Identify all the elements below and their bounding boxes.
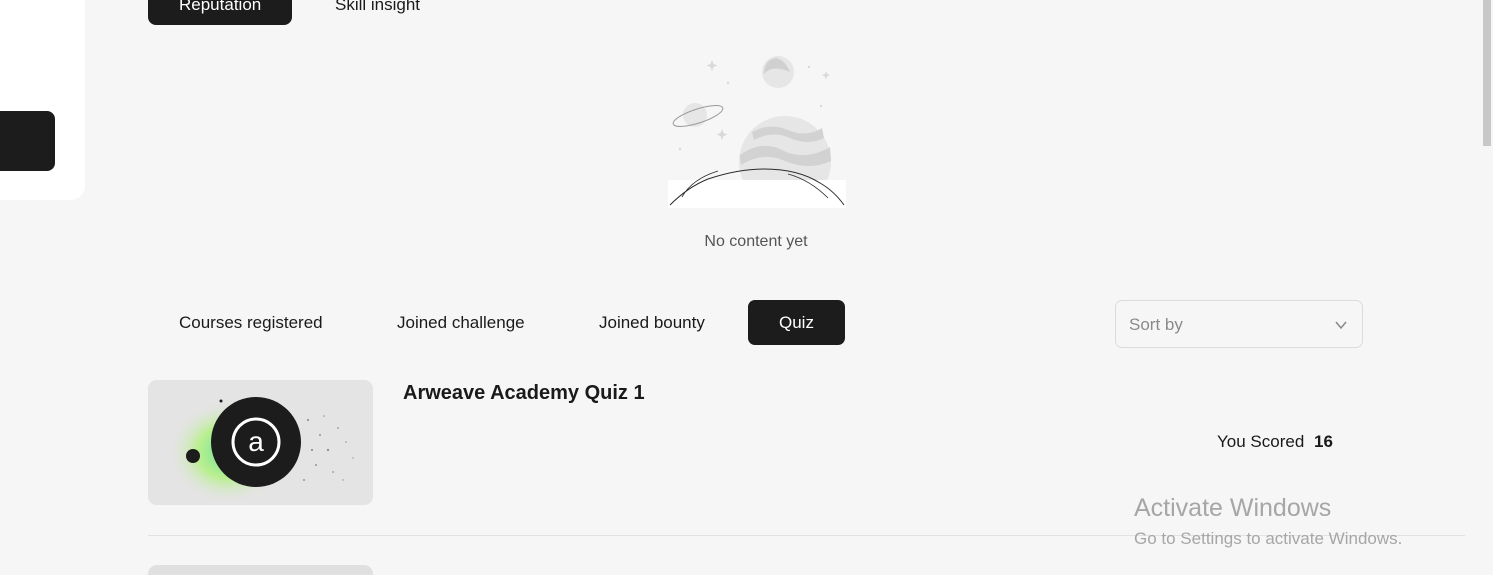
empty-state-text: No content yet [704, 233, 808, 250]
score-value: 16 [1314, 432, 1333, 451]
svg-text:a: a [248, 426, 264, 457]
windows-watermark-subtitle: Go to Settings to activate Windows. [1134, 529, 1403, 548]
chevron-down-icon [1335, 321, 1347, 330]
tab-joined-challenge[interactable]: Joined challenge [366, 300, 556, 345]
sort-by-placeholder: Sort by [1129, 315, 1183, 334]
empty-space-illustration [668, 56, 846, 208]
tab-joined-bounty[interactable]: Joined bounty [568, 300, 736, 345]
scrollbar[interactable] [1481, 0, 1493, 569]
tab-skill-insight[interactable]: Skill insight [304, 0, 451, 25]
score-label: You Scored [1217, 432, 1305, 451]
scrollbar-thumb[interactable] [1483, 0, 1491, 146]
next-quiz-thumbnail[interactable] [148, 565, 373, 575]
quiz-title[interactable]: Arweave Academy Quiz 1 [403, 382, 645, 405]
sidebar-button[interactable] [0, 111, 55, 171]
sort-by-select[interactable]: Sort by [1115, 300, 1363, 348]
tab-courses-registered[interactable]: Courses registered [148, 300, 354, 345]
windows-watermark-title: Activate Windows [1134, 494, 1332, 522]
arweave-logo: a [148, 380, 373, 505]
tab-quiz[interactable]: Quiz [748, 300, 845, 345]
quiz-thumbnail[interactable]: a [148, 380, 373, 505]
tab-reputation[interactable]: Reputation [148, 0, 293, 25]
